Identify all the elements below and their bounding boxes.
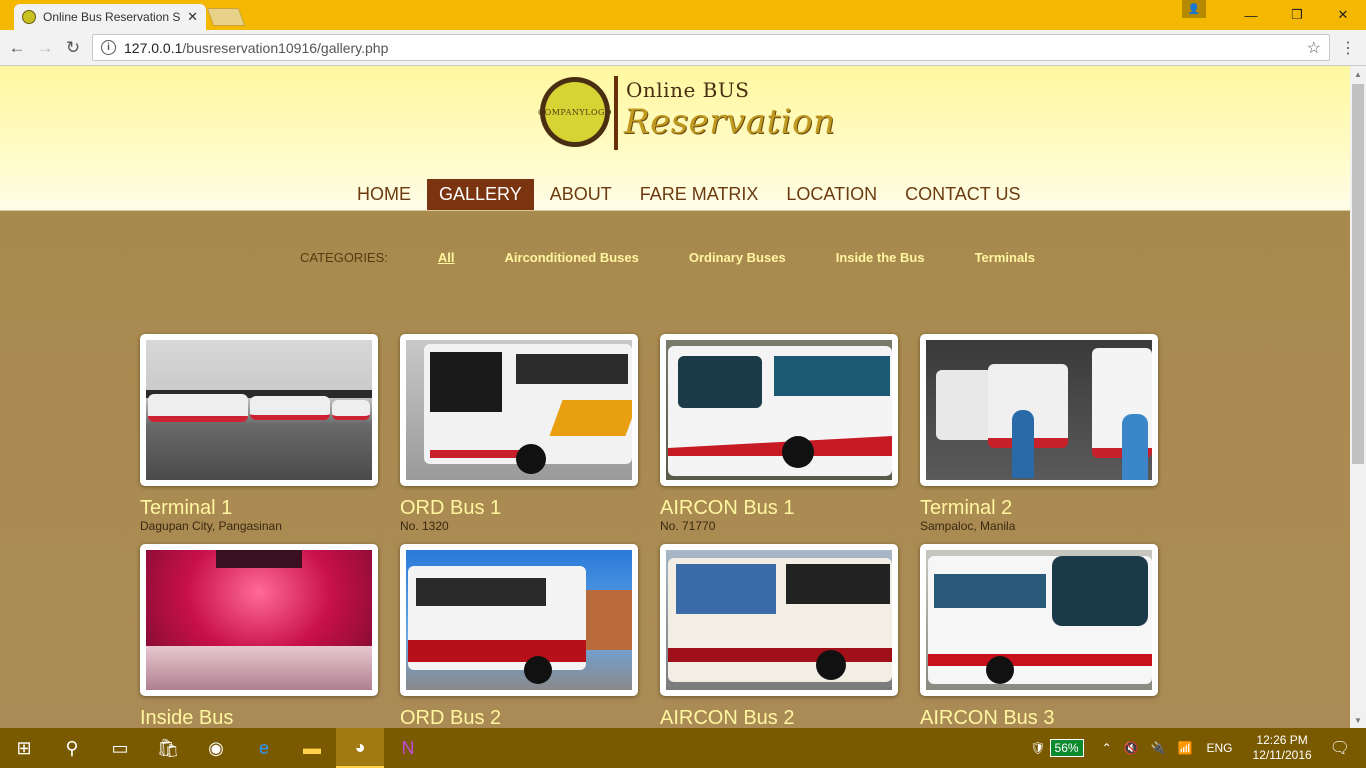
- category-all[interactable]: All: [438, 250, 455, 266]
- clock[interactable]: 12:26 PM 12/11/2016: [1253, 733, 1312, 763]
- file-explorer-icon[interactable]: ▬: [288, 728, 336, 768]
- category-ordinary[interactable]: Ordinary Buses: [689, 250, 786, 266]
- site-header: COMPANY LOGO Online BUS Reservation HOME …: [0, 66, 1350, 211]
- forward-icon[interactable]: →: [34, 37, 56, 59]
- category-airconditioned[interactable]: Airconditioned Buses: [505, 250, 639, 266]
- windows-start-icon[interactable]: ⊞: [0, 728, 48, 768]
- browser-menu-icon[interactable]: ⋮: [1340, 38, 1356, 58]
- language-indicator[interactable]: ENG: [1207, 741, 1233, 755]
- site-title-bottom: Reservation: [624, 102, 836, 142]
- gallery-item[interactable]: AIRCON Bus 3: [920, 544, 1158, 728]
- nav-gallery[interactable]: GALLERY: [427, 179, 534, 210]
- gallery-item[interactable]: Inside Bus: [140, 544, 378, 728]
- system-tray: 🛡 56% ⌃ 🔇 🔌 📶 ENG 12:26 PM 12/11/2016 🗨: [1030, 728, 1366, 768]
- browser-tab[interactable]: Online Bus Reservation S ✕: [14, 4, 206, 30]
- back-icon[interactable]: ←: [6, 37, 28, 59]
- site-info-icon[interactable]: i: [101, 40, 116, 55]
- edge-browser-icon[interactable]: e: [240, 728, 288, 768]
- show-hidden-icons-icon[interactable]: ⌃: [1102, 741, 1112, 755]
- page-content: COMPANY LOGO Online BUS Reservation HOME …: [0, 66, 1350, 728]
- battery-indicator[interactable]: 56%: [1049, 739, 1084, 757]
- security-shield-icon[interactable]: 🛡: [1030, 741, 1045, 755]
- url-path: /busreservation10916/gallery.php: [182, 39, 389, 56]
- wifi-icon[interactable]: 📶: [1178, 741, 1193, 755]
- nav-fare-matrix[interactable]: FARE MATRIX: [628, 179, 771, 210]
- ordinary-bus-photo: [406, 550, 632, 690]
- clock-date: 12/11/2016: [1252, 748, 1312, 762]
- site-title-top: Online BUS: [626, 78, 750, 102]
- gallery-item[interactable]: Terminal 1 Dagupan City, Pangasinan: [140, 334, 378, 533]
- nav-location[interactable]: LOCATION: [774, 179, 889, 210]
- nav-contact-us[interactable]: CONTACT US: [893, 179, 1032, 210]
- gallery-item-subtitle: Dagupan City, Pangasinan: [140, 519, 282, 533]
- categories-label: CATEGORIES:: [300, 250, 388, 265]
- category-filter: CATEGORIES: All Airconditioned Buses Ord…: [300, 250, 1085, 266]
- close-window-button[interactable]: ✕: [1320, 0, 1366, 30]
- url-host: 127.0.0.1: [124, 39, 183, 56]
- gallery-item-title: ORD Bus 1: [400, 497, 502, 519]
- windows-taskbar: ⊞ ⚲ ▭ 🛍 ◉ e ▬ ◕ N 🛡 56% ⌃ 🔇 🔌 📶 ENG 12:2…: [0, 728, 1366, 768]
- minimize-button[interactable]: —: [1228, 0, 1274, 30]
- page-scrollbar[interactable]: ▲ ▼: [1350, 66, 1366, 728]
- tab-title: Online Bus Reservation S: [43, 10, 181, 24]
- gallery-item-subtitle: Sampaloc, Manila: [920, 519, 1016, 533]
- category-inside[interactable]: Inside the Bus: [836, 250, 925, 266]
- reload-icon[interactable]: ↻: [62, 37, 84, 59]
- scroll-up-icon[interactable]: ▲: [1350, 66, 1366, 82]
- main-nav: HOME GALLERY ABOUT FARE MATRIX LOCATION …: [345, 179, 1036, 210]
- site-favicon-icon: [22, 10, 36, 24]
- nav-home[interactable]: HOME: [345, 179, 423, 210]
- chrome-icon[interactable]: ◕: [336, 728, 384, 768]
- scroll-down-icon[interactable]: ▼: [1350, 712, 1366, 728]
- new-tab-button[interactable]: [206, 8, 246, 26]
- gallery-item-title: Inside Bus: [140, 707, 234, 728]
- gallery-item[interactable]: AIRCON Bus 2: [660, 544, 898, 728]
- gallery-item[interactable]: AIRCON Bus 1 No. 71770: [660, 334, 898, 533]
- category-terminals[interactable]: Terminals: [975, 250, 1035, 266]
- maximize-button[interactable]: ❐: [1274, 0, 1320, 30]
- gallery-item[interactable]: ORD Bus 1 No. 1320: [400, 334, 638, 533]
- aircon-bus-photo: [666, 550, 892, 690]
- terminal-photo: [146, 340, 372, 480]
- gallery-item-title: Terminal 2: [920, 497, 1013, 519]
- clock-time: 12:26 PM: [1256, 733, 1308, 747]
- power-icon[interactable]: 🔌: [1151, 741, 1166, 755]
- close-tab-icon[interactable]: ✕: [187, 9, 198, 25]
- ordinary-bus-photo: [406, 340, 632, 480]
- notifications-icon[interactable]: 🗨: [1330, 738, 1350, 758]
- aircon-bus-photo: [926, 550, 1152, 690]
- onenote-icon[interactable]: N: [384, 728, 432, 768]
- address-bar[interactable]: i 127.0.0.1 /busreservation10916/gallery…: [92, 34, 1330, 61]
- bus-interior-photo: [146, 550, 372, 690]
- nav-about[interactable]: ABOUT: [538, 179, 624, 210]
- gallery-item-title: Terminal 1: [140, 497, 233, 519]
- search-icon[interactable]: ⚲: [48, 728, 96, 768]
- logo-divider: [614, 76, 618, 150]
- gallery-item-title: AIRCON Bus 3: [920, 707, 1055, 728]
- bookmark-star-icon[interactable]: ☆: [1307, 38, 1321, 58]
- gallery-item[interactable]: ORD Bus 2: [400, 544, 638, 728]
- gallery-item-title: AIRCON Bus 1: [660, 497, 795, 519]
- gallery-item-title: ORD Bus 2: [400, 707, 502, 728]
- logo-line2: LOGO: [585, 107, 612, 117]
- store-icon[interactable]: 🛍: [144, 728, 192, 768]
- gallery-item-title: AIRCON Bus 2: [660, 707, 795, 728]
- aircon-bus-photo: [666, 340, 892, 480]
- gallery-item[interactable]: Terminal 2 Sampaloc, Manila: [920, 334, 1158, 533]
- logo-line1: COMPANY: [538, 107, 586, 117]
- volume-muted-icon[interactable]: 🔇: [1124, 741, 1139, 755]
- scrollbar-thumb[interactable]: [1352, 84, 1364, 464]
- profile-icon[interactable]: 👤: [1182, 0, 1206, 18]
- gallery-item-subtitle: No. 1320: [400, 519, 449, 533]
- terminal-photo: [926, 340, 1152, 480]
- browser-toolbar: ← → ↻ i 127.0.0.1 /busreservation10916/g…: [0, 30, 1366, 66]
- task-view-icon[interactable]: ▭: [96, 728, 144, 768]
- media-player-icon[interactable]: ◉: [192, 728, 240, 768]
- gallery-item-subtitle: No. 71770: [660, 519, 716, 533]
- company-logo[interactable]: COMPANY LOGO: [538, 77, 612, 147]
- browser-titlebar: Online Bus Reservation S ✕ 👤 — ❐ ✕: [0, 0, 1366, 30]
